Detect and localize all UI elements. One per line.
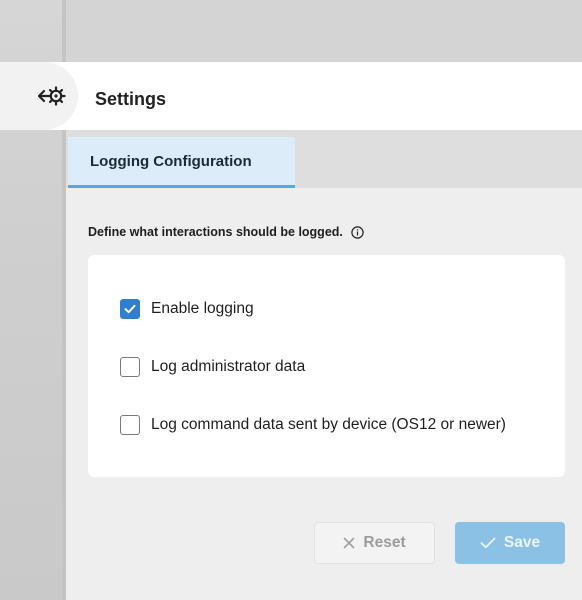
settings-header: Settings [0, 62, 582, 130]
section-description: Define what interactions should be logge… [88, 225, 364, 239]
check-icon [480, 537, 496, 549]
enable-logging-checkbox[interactable] [120, 299, 140, 319]
option-enable-logging[interactable]: Enable logging [120, 299, 254, 319]
log-command-data-label: Log command data sent by device (OS12 or… [151, 416, 506, 433]
close-icon [344, 537, 355, 549]
log-command-data-checkbox[interactable] [120, 415, 140, 435]
tab-strip: Logging Configuration [66, 130, 582, 188]
save-button-label: Save [503, 534, 541, 551]
tab-logging-configuration[interactable]: Logging Configuration [68, 137, 295, 188]
check-icon [124, 304, 136, 314]
log-administrator-data-label: Log administrator data [151, 358, 306, 375]
option-log-command-data[interactable]: Log command data sent by device (OS12 or… [120, 415, 506, 435]
header-icon-button[interactable] [0, 62, 78, 130]
settings-panel: Logging Configuration Define what intera… [66, 130, 582, 600]
settings-arrows-icon [38, 86, 66, 106]
option-log-administrator-data[interactable]: Log administrator data [120, 357, 305, 377]
save-button[interactable]: Save [455, 522, 565, 564]
panel-body: Define what interactions should be logge… [66, 188, 582, 600]
info-icon[interactable] [351, 225, 364, 239]
log-administrator-data-checkbox[interactable] [120, 357, 140, 377]
reset-button-label: Reset [363, 534, 406, 551]
background-top [66, 0, 582, 62]
page-title: Settings [95, 89, 167, 109]
enable-logging-label: Enable logging [151, 300, 254, 317]
description-text: Define what interactions should be logge… [88, 225, 343, 239]
logging-options-card: Enable logging Log administrator data Lo… [88, 255, 565, 477]
reset-button[interactable]: Reset [314, 522, 435, 564]
